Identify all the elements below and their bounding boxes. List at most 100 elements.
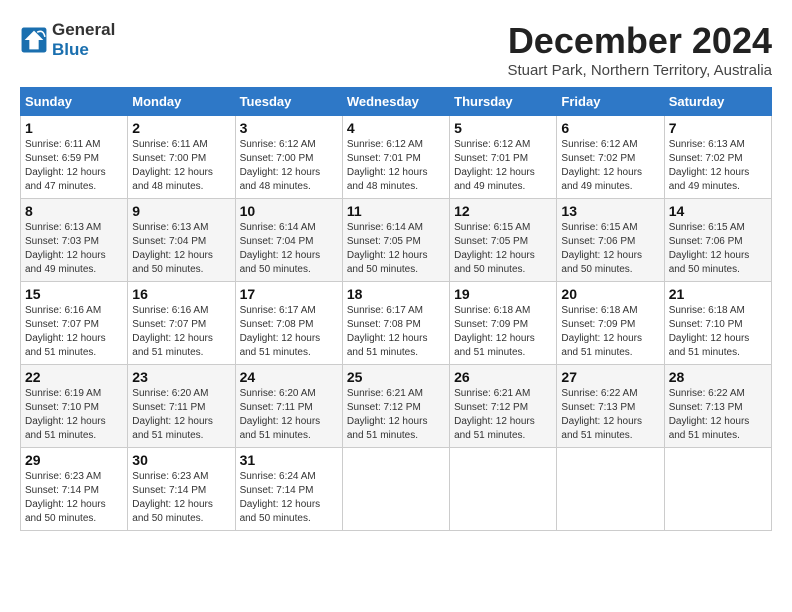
- calendar-cell: 12 Sunrise: 6:15 AMSunset: 7:05 PMDayligh…: [450, 199, 557, 282]
- day-number: 12: [454, 203, 552, 219]
- day-info: Sunrise: 6:15 AMSunset: 7:05 PMDaylight:…: [454, 221, 552, 277]
- day-number: 30: [132, 452, 230, 468]
- calendar-cell: 30 Sunrise: 6:23 AMSunset: 7:14 PMDayligh…: [128, 448, 235, 531]
- day-number: 16: [132, 286, 230, 302]
- day-info: Sunrise: 6:23 AMSunset: 7:14 PMDaylight:…: [25, 470, 123, 526]
- day-info: Sunrise: 6:15 AMSunset: 7:06 PMDaylight:…: [669, 221, 767, 277]
- day-number: 7: [669, 120, 767, 136]
- calendar-cell: 18 Sunrise: 6:17 AMSunset: 7:08 PMDayligh…: [342, 282, 449, 365]
- calendar-cell: 16Sunrise: 6:16 AMSunset: 7:07 PMDayligh…: [128, 282, 235, 365]
- day-number: 29: [25, 452, 123, 468]
- day-number: 21: [669, 286, 767, 302]
- day-number: 13: [561, 203, 659, 219]
- day-number: 28: [669, 369, 767, 385]
- calendar-cell: [664, 448, 771, 531]
- calendar-cell: 4 Sunrise: 6:12 AMSunset: 7:01 PMDaylight…: [342, 116, 449, 199]
- day-info: Sunrise: 6:12 AMSunset: 7:01 PMDaylight:…: [347, 138, 445, 194]
- day-number: 9: [132, 203, 230, 219]
- day-number: 11: [347, 203, 445, 219]
- title-area: December 2024 Stuart Park, Northern Terr…: [507, 20, 772, 79]
- day-info: Sunrise: 6:20 AMSunset: 7:11 PMDaylight:…: [240, 387, 338, 443]
- calendar-cell: 11 Sunrise: 6:14 AMSunset: 7:05 PMDayligh…: [342, 199, 449, 282]
- calendar-cell: 14Sunrise: 6:15 AMSunset: 7:06 PMDayligh…: [664, 199, 771, 282]
- day-info: Sunrise: 6:19 AMSunset: 7:10 PMDaylight:…: [25, 387, 123, 443]
- day-info: Sunrise: 6:24 AMSunset: 7:14 PMDaylight:…: [240, 470, 338, 526]
- day-info: Sunrise: 6:14 AMSunset: 7:05 PMDaylight:…: [347, 221, 445, 277]
- day-info: Sunrise: 6:22 AMSunset: 7:13 PMDaylight:…: [561, 387, 659, 443]
- logo-icon: [20, 26, 48, 54]
- calendar-cell: 19Sunrise: 6:18 AMSunset: 7:09 PMDayligh…: [450, 282, 557, 365]
- day-info: Sunrise: 6:13 AMSunset: 7:02 PMDaylight:…: [669, 138, 767, 194]
- day-info: Sunrise: 6:14 AMSunset: 7:04 PMDaylight:…: [240, 221, 338, 277]
- calendar-cell: 23 Sunrise: 6:20 AMSunset: 7:11 PMDayligh…: [128, 365, 235, 448]
- calendar-cell: 3Sunrise: 6:12 AMSunset: 7:00 PMDaylight…: [235, 116, 342, 199]
- day-info: Sunrise: 6:17 AMSunset: 7:08 PMDaylight:…: [240, 304, 338, 360]
- day-info: Sunrise: 6:16 AMSunset: 7:07 PMDaylight:…: [25, 304, 123, 360]
- day-number: 19: [454, 286, 552, 302]
- day-number: 2: [132, 120, 230, 136]
- logo: General Blue: [20, 20, 115, 60]
- day-number: 23: [132, 369, 230, 385]
- day-number: 17: [240, 286, 338, 302]
- calendar-cell: 5 Sunrise: 6:12 AMSunset: 7:01 PMDaylight…: [450, 116, 557, 199]
- day-info: Sunrise: 6:13 AMSunset: 7:04 PMDaylight:…: [132, 221, 230, 277]
- day-number: 25: [347, 369, 445, 385]
- day-number: 3: [240, 120, 338, 136]
- calendar-week-5: 29 Sunrise: 6:23 AMSunset: 7:14 PMDayligh…: [21, 448, 772, 531]
- day-number: 5: [454, 120, 552, 136]
- day-info: Sunrise: 6:20 AMSunset: 7:11 PMDaylight:…: [132, 387, 230, 443]
- calendar-cell: 10 Sunrise: 6:14 AMSunset: 7:04 PMDayligh…: [235, 199, 342, 282]
- day-header-saturday: Saturday: [664, 88, 771, 116]
- day-info: Sunrise: 6:22 AMSunset: 7:13 PMDaylight:…: [669, 387, 767, 443]
- day-info: Sunrise: 6:21 AMSunset: 7:12 PMDaylight:…: [454, 387, 552, 443]
- day-number: 18: [347, 286, 445, 302]
- day-info: Sunrise: 6:12 AMSunset: 7:01 PMDaylight:…: [454, 138, 552, 194]
- day-number: 26: [454, 369, 552, 385]
- day-info: Sunrise: 6:12 AMSunset: 7:02 PMDaylight:…: [561, 138, 659, 194]
- location-title: Stuart Park, Northern Territory, Austral…: [507, 62, 772, 79]
- calendar-cell: 20Sunrise: 6:18 AMSunset: 7:09 PMDayligh…: [557, 282, 664, 365]
- day-number: 24: [240, 369, 338, 385]
- calendar-cell: 2 Sunrise: 6:11 AMSunset: 7:00 PMDaylight…: [128, 116, 235, 199]
- day-info: Sunrise: 6:15 AMSunset: 7:06 PMDaylight:…: [561, 221, 659, 277]
- day-info: Sunrise: 6:17 AMSunset: 7:08 PMDaylight:…: [347, 304, 445, 360]
- header: General Blue December 2024 Stuart Park, …: [20, 20, 772, 79]
- day-header-wednesday: Wednesday: [342, 88, 449, 116]
- month-title: December 2024: [507, 20, 772, 62]
- day-info: Sunrise: 6:13 AMSunset: 7:03 PMDaylight:…: [25, 221, 123, 277]
- calendar-cell: 17 Sunrise: 6:17 AMSunset: 7:08 PMDayligh…: [235, 282, 342, 365]
- calendar-week-3: 15 Sunrise: 6:16 AMSunset: 7:07 PMDayligh…: [21, 282, 772, 365]
- calendar-cell: 7 Sunrise: 6:13 AMSunset: 7:02 PMDaylight…: [664, 116, 771, 199]
- calendar-cell: 28 Sunrise: 6:22 AMSunset: 7:13 PMDayligh…: [664, 365, 771, 448]
- calendar-cell: 25 Sunrise: 6:21 AMSunset: 7:12 PMDayligh…: [342, 365, 449, 448]
- calendar-cell: [450, 448, 557, 531]
- day-number: 27: [561, 369, 659, 385]
- calendar-week-4: 22 Sunrise: 6:19 AMSunset: 7:10 PMDayligh…: [21, 365, 772, 448]
- logo-text: General Blue: [52, 20, 115, 60]
- calendar-cell: [557, 448, 664, 531]
- day-number: 15: [25, 286, 123, 302]
- calendar-week-1: 1 Sunrise: 6:11 AMSunset: 6:59 PMDaylight…: [21, 116, 772, 199]
- day-number: 10: [240, 203, 338, 219]
- calendar-cell: 31Sunrise: 6:24 AMSunset: 7:14 PMDayligh…: [235, 448, 342, 531]
- day-number: 6: [561, 120, 659, 136]
- day-number: 8: [25, 203, 123, 219]
- calendar-cell: 22 Sunrise: 6:19 AMSunset: 7:10 PMDayligh…: [21, 365, 128, 448]
- calendar-cell: 8 Sunrise: 6:13 AMSunset: 7:03 PMDaylight…: [21, 199, 128, 282]
- calendar-cell: 13 Sunrise: 6:15 AMSunset: 7:06 PMDayligh…: [557, 199, 664, 282]
- day-info: Sunrise: 6:11 AMSunset: 6:59 PMDaylight:…: [25, 138, 123, 194]
- calendar-cell: 9 Sunrise: 6:13 AMSunset: 7:04 PMDaylight…: [128, 199, 235, 282]
- day-number: 1: [25, 120, 123, 136]
- day-info: Sunrise: 6:23 AMSunset: 7:14 PMDaylight:…: [132, 470, 230, 526]
- calendar-cell: 26 Sunrise: 6:21 AMSunset: 7:12 PMDayligh…: [450, 365, 557, 448]
- day-info: Sunrise: 6:18 AMSunset: 7:10 PMDaylight:…: [669, 304, 767, 360]
- day-number: 4: [347, 120, 445, 136]
- day-info: Sunrise: 6:21 AMSunset: 7:12 PMDaylight:…: [347, 387, 445, 443]
- day-header-thursday: Thursday: [450, 88, 557, 116]
- day-info: Sunrise: 6:11 AMSunset: 7:00 PMDaylight:…: [132, 138, 230, 194]
- calendar-cell: 15 Sunrise: 6:16 AMSunset: 7:07 PMDayligh…: [21, 282, 128, 365]
- day-number: 22: [25, 369, 123, 385]
- day-number: 20: [561, 286, 659, 302]
- calendar-cell: 24 Sunrise: 6:20 AMSunset: 7:11 PMDayligh…: [235, 365, 342, 448]
- calendar-cell: 29 Sunrise: 6:23 AMSunset: 7:14 PMDayligh…: [21, 448, 128, 531]
